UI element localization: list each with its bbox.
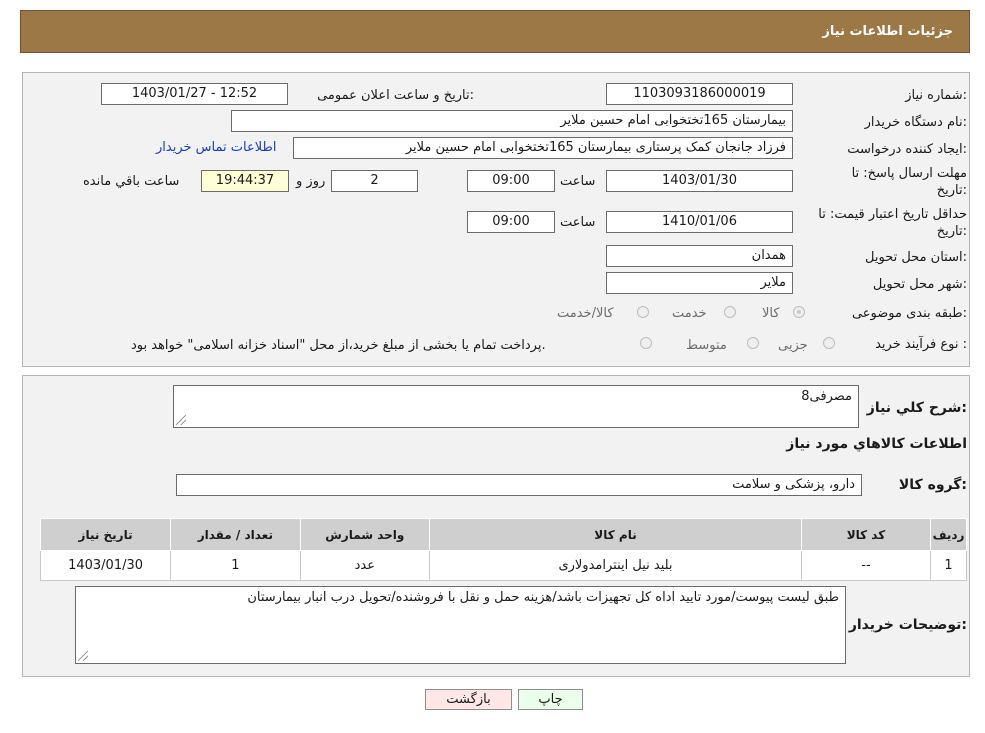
process-option-medium: متوسط (686, 338, 727, 353)
cell-row-number: 1 (930, 550, 967, 581)
category-radio-service[interactable] (724, 306, 736, 318)
col-row-number: رديف (930, 518, 967, 551)
deadline-label-1: مهلت ارسال پاسخ: تا (851, 166, 967, 181)
validity-time-field: 09:00 (467, 211, 555, 233)
summary-field: مصرفی8 (173, 385, 859, 428)
buyer-org-field: بیمارستان 165تختخوابی امام حسین ملایر (231, 110, 793, 132)
cell-goods-name: بلید نیل اینترامدولاری (429, 550, 802, 581)
category-option-goods: کالا (762, 306, 780, 321)
need-number-label: شماره نیاز: (905, 88, 967, 103)
cell-unit: عدد (299, 550, 431, 581)
process-radio-treasury[interactable] (640, 337, 652, 349)
page-title: جزئیات اطلاعات نیاز (822, 24, 953, 39)
remaining-time-field: 19:44:37 (201, 170, 289, 192)
announce-field: 1403/01/27 - 12:52 (101, 83, 288, 105)
cell-need-date: 1403/01/30 (39, 550, 172, 581)
cell-goods-code: -- (800, 550, 932, 581)
process-label: نوع فرآیند خرید : (875, 337, 967, 352)
validity-time-label: ساعت (560, 215, 596, 230)
buyer-notes-label: توضيحات خريدار: (848, 617, 967, 633)
process-radio-minor[interactable] (823, 337, 835, 349)
col-unit: واحد شمارش (299, 518, 431, 551)
goods-info-title: اطلاعات كالاهاي مورد نياز (786, 436, 967, 452)
deadline-time-field: 09:00 (467, 170, 555, 192)
validity-label-1: حداقل تاریخ اعتبار قیمت: تا (818, 207, 967, 222)
validity-date-field: 1410/01/06 (606, 211, 793, 233)
remaining-time-label: ساعت باقي مانده (83, 174, 180, 189)
creator-field: فرزاد جانجان کمک پرستاری بیمارستان 165تخ… (293, 137, 793, 159)
buyer-notes-field: طبق لیست پیوست/مورد تایید اداه کل تجهیزا… (75, 586, 846, 664)
process-radio-medium[interactable] (747, 337, 759, 349)
need-number-field: 1103093186000019 (606, 83, 793, 105)
creator-label: ایجاد کننده درخواست: (847, 142, 967, 157)
table-row: 1 -- بلید نیل اینترامدولاری عدد 1 1403/0… (39, 550, 967, 581)
buyer-contact-link[interactable]: اطلاعات تماس خریدار (156, 140, 276, 155)
province-field: همدان (606, 245, 793, 267)
goods-table: رديف كد كالا نام كالا واحد شمارش تعداد /… (39, 518, 967, 581)
payment-note: پرداخت تمام یا بخشی از مبلغ خرید،از محل … (131, 338, 546, 353)
category-option-goods-service: کالا/خدمت (557, 306, 614, 321)
cell-quantity: 1 (170, 550, 301, 581)
col-quantity: تعداد / مقدار (170, 518, 301, 551)
city-label: شهر محل تحویل: (872, 277, 967, 292)
col-need-date: تاريخ نياز (39, 518, 172, 551)
days-field: 2 (331, 170, 418, 192)
col-goods-name: نام كالا (429, 518, 802, 551)
city-field: ملایر (606, 272, 793, 294)
goods-group-label: گروه كالا: (898, 477, 967, 493)
buyer-org-label: نام دستگاه خریدار: (864, 115, 967, 130)
summary-text: مصرفی8 (801, 389, 852, 404)
category-radio-goods[interactable] (793, 306, 805, 318)
deadline-time-label: ساعت (560, 174, 596, 189)
category-option-service: خدمت (672, 306, 707, 321)
announce-label: تاریخ و ساعت اعلان عمومی: (317, 88, 474, 103)
col-goods-code: كد كالا (800, 518, 932, 551)
resize-grip-icon[interactable] (78, 651, 88, 661)
validity-label-2: تاریخ: (936, 224, 967, 239)
province-label: استان محل تحویل: (865, 250, 967, 265)
page-header: جزئیات اطلاعات نیاز (20, 10, 970, 53)
print-button[interactable]: چاپ (518, 689, 583, 710)
summary-label: شرح كلي نياز: (866, 400, 967, 416)
goods-table-header: رديف كد كالا نام كالا واحد شمارش تعداد /… (39, 518, 967, 551)
back-button[interactable]: بازگشت (425, 689, 512, 710)
buyer-notes-text: طبق لیست پیوست/مورد تایید اداه کل تجهیزا… (247, 590, 839, 605)
resize-grip-icon[interactable] (176, 415, 186, 425)
deadline-date-field: 1403/01/30 (606, 170, 793, 192)
goods-group-field: دارو، پزشکی و سلامت (176, 474, 862, 496)
days-label: روز و (296, 174, 326, 189)
deadline-label-2: تاریخ: (936, 183, 967, 198)
category-radio-goods-service[interactable] (637, 306, 649, 318)
process-option-minor: جزیی (778, 338, 808, 353)
category-label: طبقه بندی موضوعی: (851, 306, 967, 321)
